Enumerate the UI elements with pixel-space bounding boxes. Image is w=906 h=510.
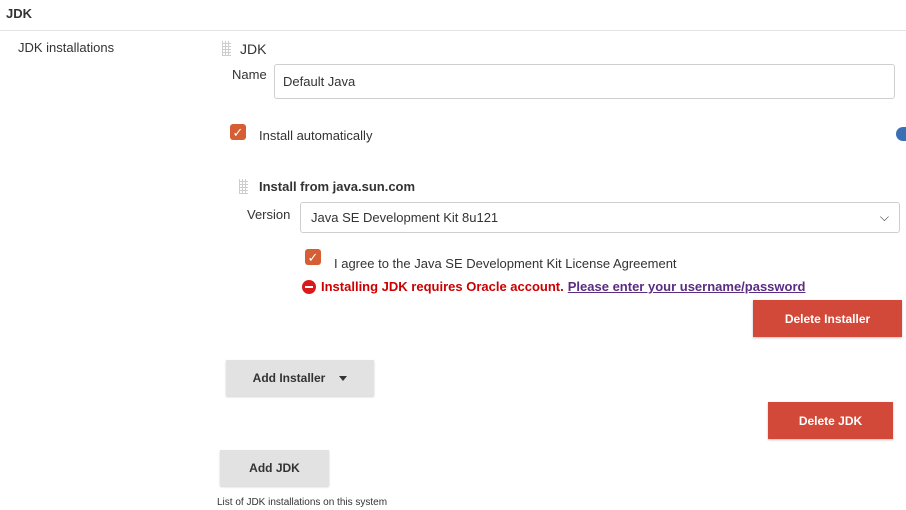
install-automatically-label: Install automatically bbox=[259, 128, 373, 143]
delete-installer-button[interactable]: Delete Installer bbox=[753, 300, 902, 337]
section-header bbox=[0, 0, 906, 31]
chevron-down-icon: ⌵ bbox=[879, 210, 889, 224]
jdk-name-input[interactable] bbox=[274, 64, 895, 99]
section-title: JDK bbox=[6, 6, 33, 21]
license-agreement-label: I agree to the Java SE Development Kit L… bbox=[334, 256, 677, 271]
version-select-value: Java SE Development Kit 8u121 bbox=[311, 210, 499, 225]
oracle-account-error: Installing JDK requires Oracle account. … bbox=[302, 279, 805, 294]
checkmark-icon: ✓ bbox=[307, 249, 319, 265]
enter-credentials-link[interactable]: Please enter your username/password bbox=[568, 279, 806, 294]
checkmark-icon: ✓ bbox=[232, 124, 244, 140]
error-message: Installing JDK requires Oracle account. bbox=[321, 279, 564, 294]
license-agreement-checkbox[interactable]: ✓ bbox=[305, 249, 321, 265]
version-label: Version bbox=[247, 207, 291, 222]
error-minus-circle-icon bbox=[302, 279, 316, 294]
installer-title: Install from java.sun.com bbox=[259, 179, 416, 194]
jdk-installations-label: JDK installations bbox=[18, 40, 115, 55]
help-icon[interactable] bbox=[896, 127, 906, 141]
add-installer-button[interactable]: Add Installer bbox=[226, 360, 374, 396]
jdk-block-title: JDK bbox=[240, 41, 267, 57]
drag-handle-icon[interactable] bbox=[222, 41, 231, 56]
chevron-down-icon bbox=[339, 375, 348, 381]
jdk-installations-help-text: List of JDK installations on this system bbox=[217, 497, 388, 508]
delete-jdk-button[interactable]: Delete JDK bbox=[768, 402, 893, 439]
version-select[interactable]: Java SE Development Kit 8u121 ⌵ bbox=[300, 202, 900, 233]
install-automatically-checkbox[interactable]: ✓ bbox=[230, 124, 246, 140]
drag-handle-icon[interactable] bbox=[239, 179, 248, 194]
add-installer-label: Add Installer bbox=[252, 371, 326, 385]
add-jdk-button[interactable]: Add JDK bbox=[220, 450, 329, 486]
name-label: Name bbox=[232, 67, 267, 82]
